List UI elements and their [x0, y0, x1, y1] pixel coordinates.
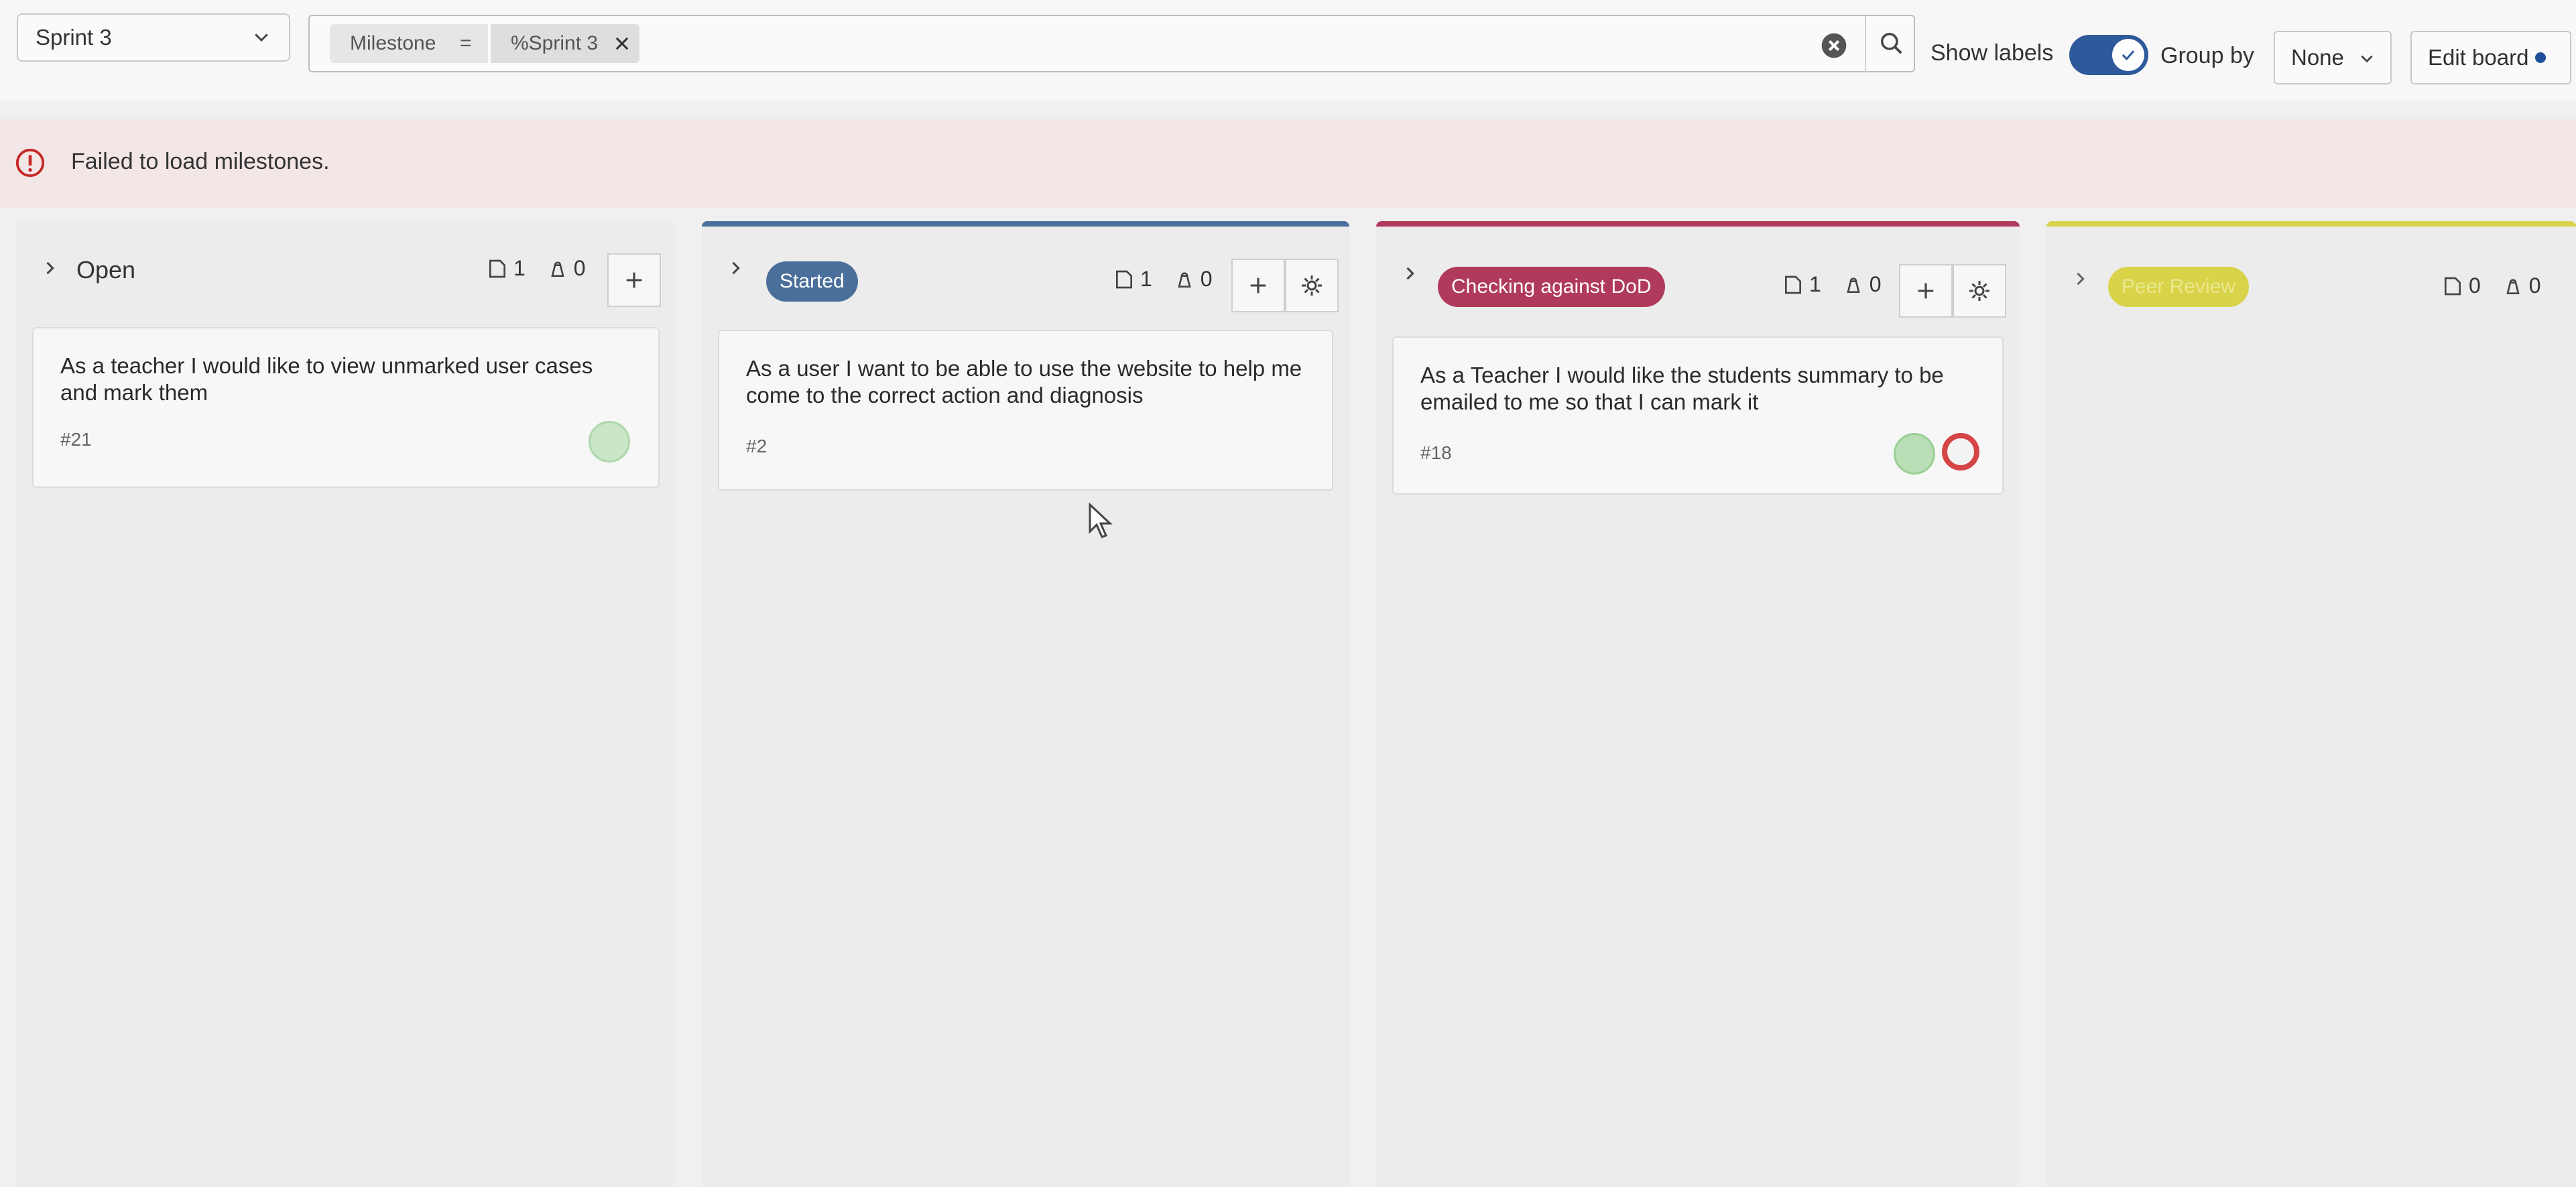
board-switcher-value: Sprint 3 [36, 25, 112, 50]
weight-icon [551, 261, 564, 277]
issue-count: 0 [2469, 273, 2481, 298]
column-title: Peer Review [2122, 275, 2236, 298]
plus-icon [1918, 283, 1934, 299]
warning-icon [15, 148, 45, 178]
filter-token-key[interactable]: Milestone [330, 24, 456, 63]
gear-icon [1302, 275, 1322, 296]
weight-icon [2506, 278, 2520, 294]
issues-icon [1116, 270, 1132, 288]
column-title: Open [76, 256, 136, 284]
show-labels-label: Show labels [1930, 40, 2054, 66]
issue-count: 1 [513, 256, 526, 280]
chevron-right-icon[interactable] [2071, 269, 2089, 288]
weight-icon [1847, 277, 1860, 293]
issue-count: 1 [1809, 272, 1821, 296]
issue-count: 1 [1140, 267, 1152, 291]
issue-card[interactable]: As a user I want to be able to use the w… [718, 330, 1333, 491]
plus-icon [626, 272, 642, 288]
avatar[interactable] [1894, 433, 1935, 475]
column-label-pill: Peer Review [2108, 267, 2250, 307]
gear-icon [1969, 281, 1989, 301]
chevron-right-icon[interactable] [40, 259, 59, 277]
issue-title[interactable]: As a user I want to be able to use the w… [746, 355, 1305, 409]
column-label-pill: Started [766, 261, 858, 302]
board-column-peer-review: Peer Review 0 0 [2046, 221, 2576, 1187]
add-issue-button[interactable] [1899, 264, 1953, 318]
column-counts: 1 0 [1113, 267, 1213, 292]
show-labels-toggle[interactable] [2069, 35, 2148, 75]
list-settings-button[interactable] [1285, 259, 1339, 312]
weight-count: 0 [1869, 272, 1882, 296]
column-header: Open 1 0 [16, 221, 676, 315]
filter-token-operator[interactable]: = [444, 24, 488, 63]
weight-count: 0 [1200, 267, 1213, 291]
toggle-knob [2112, 39, 2144, 71]
chevron-right-icon[interactable] [1400, 264, 1419, 283]
status-dot [2535, 52, 2547, 63]
search-button[interactable] [1865, 15, 1917, 72]
chevron-down-icon [2361, 55, 2373, 63]
board-toolbar: Sprint 3 Milestone = %Sprint 3 Show labe… [0, 0, 2576, 101]
column-title: Checking against DoD [1451, 275, 1652, 298]
avatar[interactable] [1942, 433, 1979, 471]
issue-card[interactable]: As a Teacher I would like the students s… [1392, 336, 2004, 495]
weight-count: 0 [573, 256, 586, 280]
issue-title[interactable]: As a teacher I would like to view unmark… [60, 353, 631, 406]
column-counts: 1 0 [1782, 272, 1882, 297]
add-issue-button[interactable] [1231, 259, 1285, 312]
issue-card[interactable]: As a teacher I would like to view unmark… [32, 327, 660, 488]
group-by-label: Group by [2160, 43, 2254, 68]
board-columns: Open 1 0 As a teacher I would like to vi… [0, 221, 2576, 1187]
plus-icon [1250, 277, 1266, 294]
issues-icon [2445, 277, 2461, 295]
issues-icon [489, 259, 505, 277]
column-counts: 0 0 [2442, 273, 2541, 298]
column-header: Started 1 0 [702, 221, 1349, 315]
column-header: Checking against DoD 1 0 [1376, 221, 2020, 318]
edit-board-button[interactable]: Edit board [2410, 31, 2571, 84]
remove-token-icon[interactable] [613, 34, 631, 53]
issue-ref: #18 [1420, 442, 1452, 463]
weight-icon [1178, 271, 1191, 288]
list-settings-button[interactable] [1953, 264, 2006, 318]
board-column-started: Started 1 0 As a user I want to be able … [702, 221, 1349, 1187]
mouse-cursor-icon [1089, 502, 1113, 538]
error-alert: Failed to load milestones. [0, 119, 2576, 208]
chevron-down-icon [255, 34, 268, 42]
group-by-value: None [2291, 45, 2344, 70]
filter-token-value[interactable]: %Sprint 3 [491, 24, 640, 63]
issue-ref: #21 [60, 429, 92, 450]
add-issue-button[interactable] [607, 253, 661, 307]
board-column-checking-against-dod: Checking against DoD 1 0 As a Teacher I … [1376, 221, 2020, 1187]
search-icon [1881, 33, 1902, 54]
issue-ref: #2 [746, 436, 768, 456]
clear-icon[interactable] [1821, 32, 1847, 59]
chevron-right-icon[interactable] [726, 259, 745, 277]
column-counts: 1 0 [487, 256, 586, 281]
group-by-select[interactable]: None [2274, 31, 2392, 84]
board-column-open: Open 1 0 As a teacher I would like to vi… [16, 221, 676, 1187]
filter-search-bar[interactable]: Milestone = %Sprint 3 [308, 15, 1915, 72]
column-label-pill: Checking against DoD [1438, 267, 1665, 307]
column-header: Peer Review 0 0 [2046, 221, 2576, 315]
alert-message: Failed to load milestones. [71, 149, 330, 174]
edit-board-label: Edit board [2428, 45, 2529, 70]
column-title: Started [780, 270, 845, 292]
check-icon [2122, 50, 2135, 61]
weight-count: 0 [2528, 273, 2541, 298]
avatar[interactable] [589, 421, 630, 462]
issues-icon [1785, 275, 1801, 294]
board-switcher-select[interactable]: Sprint 3 [17, 13, 290, 62]
issue-title[interactable]: As a Teacher I would like the students s… [1420, 362, 1975, 416]
